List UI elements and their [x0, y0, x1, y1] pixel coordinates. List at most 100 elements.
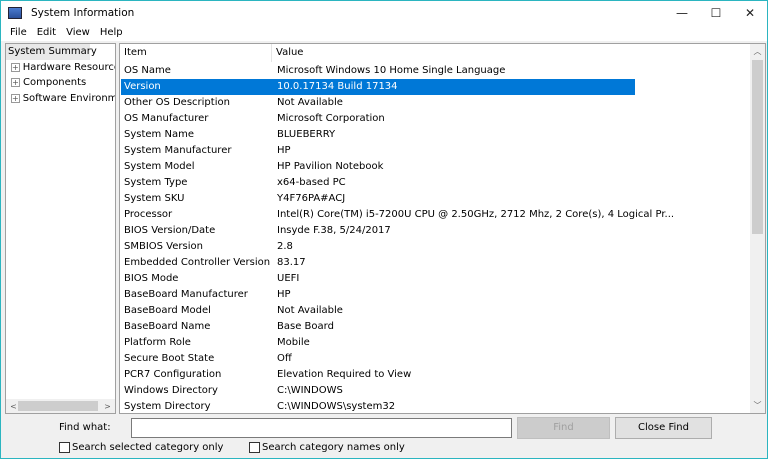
value-cell: C:\WINDOWS\system32: [277, 401, 396, 412]
column-header-value[interactable]: Value: [272, 44, 303, 62]
item-cell: Processor: [124, 209, 173, 220]
item-cell: BaseBoard Name: [124, 321, 211, 332]
close-button[interactable]: ✕: [733, 1, 767, 25]
table-row[interactable]: System SKU Y4F76PA#ACJ: [121, 191, 345, 207]
scroll-up-icon[interactable]: ︿: [750, 46, 765, 57]
item-cell: System Model: [124, 161, 195, 172]
value-cell: BLUEBERRY: [277, 129, 336, 140]
table-row[interactable]: BIOS Version/Date Insyde F.38, 5/24/2017: [121, 223, 391, 239]
maximize-button[interactable]: ☐: [699, 1, 733, 25]
value-cell: Not Available: [277, 305, 343, 316]
tree-horizontal-scrollbar[interactable]: < >: [6, 399, 115, 413]
checkbox-icon[interactable]: [59, 442, 70, 453]
menu-help[interactable]: Help: [95, 25, 128, 41]
table-row[interactable]: Platform Role Mobile: [121, 335, 310, 351]
item-cell: Windows Directory: [124, 385, 218, 396]
menu-view[interactable]: View: [61, 25, 95, 41]
table-row[interactable]: BaseBoard Manufacturer HP: [121, 287, 291, 303]
table-row[interactable]: Embedded Controller Version 83.17: [121, 255, 306, 271]
item-cell: System Directory: [124, 401, 211, 412]
item-cell: System SKU: [124, 193, 185, 204]
minimize-button[interactable]: —: [665, 1, 699, 25]
table-row[interactable]: System Name BLUEBERRY: [121, 127, 335, 143]
tree-item-hardware-resources[interactable]: + Hardware Resources: [6, 60, 115, 76]
value-cell: 2.8: [277, 241, 293, 252]
value-cell: Mobile: [277, 337, 310, 348]
value-cell: x64-based PC: [277, 177, 346, 188]
value-cell: 10.0.17134 Build 17134: [277, 81, 398, 92]
menu-edit[interactable]: Edit: [32, 25, 61, 41]
table-row[interactable]: System Manufacturer HP: [121, 143, 291, 159]
table-header: Item Value: [120, 44, 751, 62]
app-icon: [8, 7, 22, 19]
expand-icon[interactable]: +: [11, 78, 20, 88]
table-row[interactable]: System Directory C:\WINDOWS\system32: [121, 399, 396, 413]
expand-icon[interactable]: +: [11, 93, 20, 103]
item-cell: BaseBoard Manufacturer: [124, 289, 248, 300]
search-selected-category-checkbox[interactable]: Search selected category only: [59, 442, 223, 453]
item-cell: SMBIOS Version: [124, 241, 203, 252]
item-cell: BaseBoard Model: [124, 305, 211, 316]
tree-item-system-summary[interactable]: System Summary: [6, 44, 97, 60]
find-button[interactable]: Find: [517, 417, 610, 439]
value-cell: UEFI: [277, 273, 300, 284]
item-cell: OS Name: [124, 65, 171, 76]
item-cell: Embedded Controller Version: [124, 257, 271, 268]
table-row[interactable]: BaseBoard Model Not Available: [121, 303, 343, 319]
tree-item-software-environment[interactable]: +Software Environment: [6, 91, 115, 107]
window-title: System Information: [31, 7, 135, 19]
tree-item-label: Components: [23, 77, 87, 89]
table-row[interactable]: Version 10.0.17134 Build 17134: [121, 79, 635, 95]
table-row[interactable]: SMBIOS Version 2.8: [121, 239, 293, 255]
item-cell: System Type: [124, 177, 188, 188]
item-cell: OS Manufacturer: [124, 113, 209, 124]
value-cell: 83.17: [277, 257, 306, 268]
table-row[interactable]: OS Manufacturer Microsoft Corporation: [121, 111, 385, 127]
scroll-thumb[interactable]: [752, 60, 763, 234]
table-row[interactable]: OS Name Microsoft Windows 10 Home Single …: [121, 63, 505, 79]
tree-item-components[interactable]: + Components: [6, 75, 115, 91]
checkbox-label: Search selected category only: [72, 442, 224, 453]
expand-icon[interactable]: +: [11, 62, 20, 72]
value-cell: Not Available: [277, 97, 343, 108]
table-row[interactable]: System Type x64-based PC: [121, 175, 346, 191]
table-row[interactable]: Windows Directory C:\WINDOWS: [121, 383, 343, 399]
scroll-right-icon[interactable]: >: [100, 402, 115, 411]
item-cell: Version: [124, 81, 161, 92]
item-cell: System Name: [124, 129, 194, 140]
value-cell: HP: [277, 289, 291, 300]
table-vertical-scrollbar[interactable]: ︿ ﹀: [750, 44, 765, 413]
table-row[interactable]: Other OS Description Not Available: [121, 95, 343, 111]
category-tree: System Summary + Hardware Resources + Comp…: [5, 43, 116, 414]
table-row[interactable]: PCR7 Configuration Elevation Required to …: [121, 367, 411, 383]
scroll-thumb[interactable]: [18, 401, 98, 411]
tree-item-label: Software Environment: [22, 92, 116, 104]
search-category-names-checkbox[interactable]: Search category names only: [249, 442, 405, 453]
table-row[interactable]: BIOS Mode UEFI: [121, 271, 299, 287]
system-information-window: System Information — ☐ ✕ File Edit View …: [0, 0, 768, 459]
menu-bar: File Edit View Help: [1, 25, 767, 41]
scroll-down-icon[interactable]: ﹀: [750, 400, 765, 411]
value-cell: HP: [277, 145, 291, 156]
value-cell: Microsoft Windows 10 Home Single Languag…: [277, 65, 506, 76]
value-cell: Intel(R) Core(TM) i5-7200U CPU @ 2.50GHz…: [277, 209, 675, 220]
close-find-button[interactable]: Close Find: [615, 417, 712, 439]
checkbox-label: Search category names only: [262, 442, 405, 453]
table-row[interactable]: BaseBoard Name Base Board: [121, 319, 334, 335]
title-bar: System Information — ☐ ✕: [1, 1, 767, 25]
find-what-input[interactable]: [131, 418, 512, 438]
value-cell: Insyde F.38, 5/24/2017: [277, 225, 391, 236]
value-cell: HP Pavilion Notebook: [277, 161, 384, 172]
value-cell: Off: [277, 353, 292, 364]
table-row[interactable]: Processor Intel(R) Core(TM) i5-7200U CPU …: [121, 207, 674, 223]
menu-file[interactable]: File: [5, 25, 32, 41]
value-cell: C:\WINDOWS: [277, 385, 343, 396]
tree-item-label: Hardware Resources: [22, 61, 116, 73]
details-table: Item Value OS Name Microsoft Windows 10 H…: [119, 43, 766, 414]
checkbox-icon[interactable]: [249, 442, 260, 453]
column-header-item[interactable]: Item: [120, 44, 272, 62]
table-row[interactable]: Secure Boot State Off: [121, 351, 292, 367]
find-what-label: Find what:: [59, 422, 111, 433]
value-cell: Base Board: [277, 321, 334, 332]
table-row[interactable]: System Model HP Pavilion Notebook: [121, 159, 383, 175]
